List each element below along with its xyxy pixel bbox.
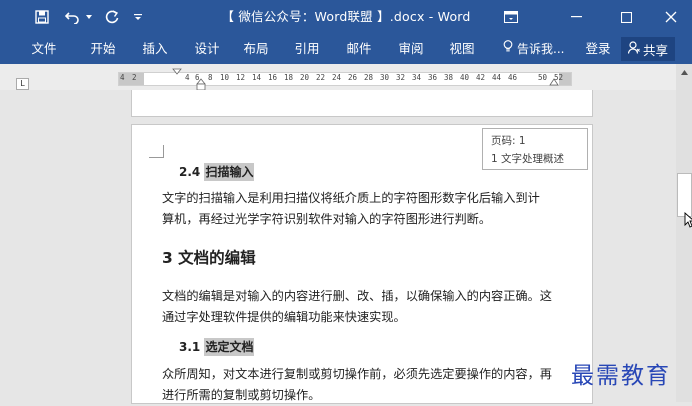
title-bar: 【 微信公众号：Word联盟 】.docx - Word (0, 0, 692, 34)
paragraph-line: 通过字处理软件提供的编辑功能来快速实现。 (162, 310, 406, 324)
ruler-label: 2 (132, 73, 137, 82)
tab-selector-icon[interactable]: L (16, 78, 29, 90)
paragraph-select[interactable]: 众所周知，对文本进行复制或剪切操作前，必须先选定要操作的内容，再 进行所需的复制… (162, 364, 572, 406)
paragraph-line: 文字的扫描输入是利用扫描仪将纸介质上的字符图形数字化后输入到计 (162, 191, 540, 205)
heading-2-4[interactable]: 2.4 扫描输入 (179, 163, 255, 181)
ruler-label: 16 (268, 73, 278, 82)
ruler-label: 4 (120, 73, 125, 82)
ruler-label: 20 (300, 73, 310, 82)
ruler-label: 30 (380, 73, 390, 82)
paragraph-line: 众所周知，对文本进行复制或剪切操作前，必须先选定要操作的内容，再 (162, 367, 552, 381)
ruler-label: 10 (220, 73, 230, 82)
save-icon[interactable] (30, 0, 54, 34)
ruler-label: 36 (428, 73, 438, 82)
ruler-label: 44 (492, 73, 502, 82)
paragraph-editing[interactable]: 文档的编辑是对输入的内容进行删、改、插，以确保输入的内容正确。这 通过字处理软件… (162, 286, 572, 328)
ruler-label: 8 (208, 73, 213, 82)
scroll-up-icon[interactable] (676, 64, 692, 81)
heading-3-editing[interactable]: 3 文档的编辑 (162, 246, 256, 268)
tab-file[interactable]: 文件 (24, 34, 64, 64)
ruler-label: 34 (412, 73, 422, 82)
tab-layout[interactable]: 布局 (236, 34, 276, 64)
tab-home[interactable]: 开始 (83, 34, 123, 64)
heading-number: 2.4 (179, 165, 205, 179)
ruler-label: 40 (460, 73, 470, 82)
tell-me-label: 告诉我... (517, 42, 565, 56)
ruler-label: 24 (332, 73, 342, 82)
ribbon-tab-bar: 文件 开始 插入 设计 布局 引用 邮件 审阅 视图 告诉我... 登录 (0, 34, 692, 64)
selected-heading-text: 选定文档 (204, 338, 255, 356)
tab-design[interactable]: 设计 (187, 34, 227, 64)
watermark-logo: 最需教育 (571, 363, 671, 389)
share-label: 共享 (642, 42, 668, 58)
redo-icon[interactable] (100, 0, 124, 34)
selected-heading-text: 扫描输入 (204, 163, 255, 181)
ruler-label: 4 (185, 73, 190, 82)
page-corner-mark (149, 145, 164, 158)
tab-view[interactable]: 视图 (442, 34, 482, 64)
ruler-label: 26 (348, 73, 358, 82)
undo-icon[interactable] (62, 0, 84, 34)
ruler-label: 46 (508, 73, 518, 82)
heading-3-1[interactable]: 3.1 选定文档 (179, 338, 255, 356)
tab-references[interactable]: 引用 (287, 34, 327, 64)
page-previous (131, 90, 593, 117)
ruler-label: 18 (284, 73, 294, 82)
lightbulb-icon (503, 34, 513, 64)
paragraph-scan-input[interactable]: 文字的扫描输入是利用扫描仪将纸介质上的字符图形数字化后输入到计 算机，再经过光学… (162, 188, 572, 230)
ruler-labels: 4 2 4 6 8 10 12 14 16 18 20 22 24 26 28 … (120, 73, 570, 84)
tab-mailings[interactable]: 邮件 (339, 34, 379, 64)
share-button[interactable]: 共享 (621, 37, 675, 61)
paragraph-line: 算机，再经过光学字符识别软件对输入的字符图形进行判断。 (162, 212, 492, 226)
tooltip-section: 1 文字处理概述 (491, 153, 565, 165)
mouse-cursor-icon (684, 212, 692, 228)
ruler-label: 32 (396, 73, 406, 82)
maximize-icon[interactable] (603, 0, 649, 34)
ruler-label: 12 (236, 73, 246, 82)
customize-qat-icon[interactable] (130, 0, 146, 34)
scroll-page-tooltip: 页码: 1 1 文字处理概述 (482, 128, 588, 170)
minimize-icon[interactable] (553, 0, 599, 34)
close-icon[interactable] (648, 0, 692, 34)
undo-dropdown-icon[interactable] (84, 0, 94, 34)
sign-in-link[interactable]: 登录 (580, 34, 616, 64)
paragraph-line: 进行所需的复制或剪切操作。 (162, 388, 321, 402)
tooltip-page-number: 页码: 1 (491, 135, 526, 147)
person-icon (627, 41, 640, 57)
tell-me-search[interactable]: 告诉我... (503, 34, 564, 64)
tab-insert[interactable]: 插入 (135, 34, 175, 64)
ribbon-display-options-icon[interactable] (488, 0, 534, 34)
ruler-label: 50 (538, 73, 548, 82)
ruler-label: 14 (252, 73, 262, 82)
ruler-label: 28 (364, 73, 374, 82)
right-indent-icon[interactable] (548, 78, 560, 87)
paragraph-line: 文档的编辑是对输入的内容进行删、改、插，以确保输入的内容正确。这 (162, 289, 552, 303)
heading-number: 3.1 (179, 340, 205, 354)
ruler-label: 38 (444, 73, 454, 82)
tab-review[interactable]: 审阅 (391, 34, 431, 64)
ruler-label: 42 (476, 73, 486, 82)
vertical-scrollbar[interactable] (676, 64, 692, 402)
ruler-label: 22 (316, 73, 326, 82)
scrollbar-thumb[interactable] (677, 173, 692, 217)
